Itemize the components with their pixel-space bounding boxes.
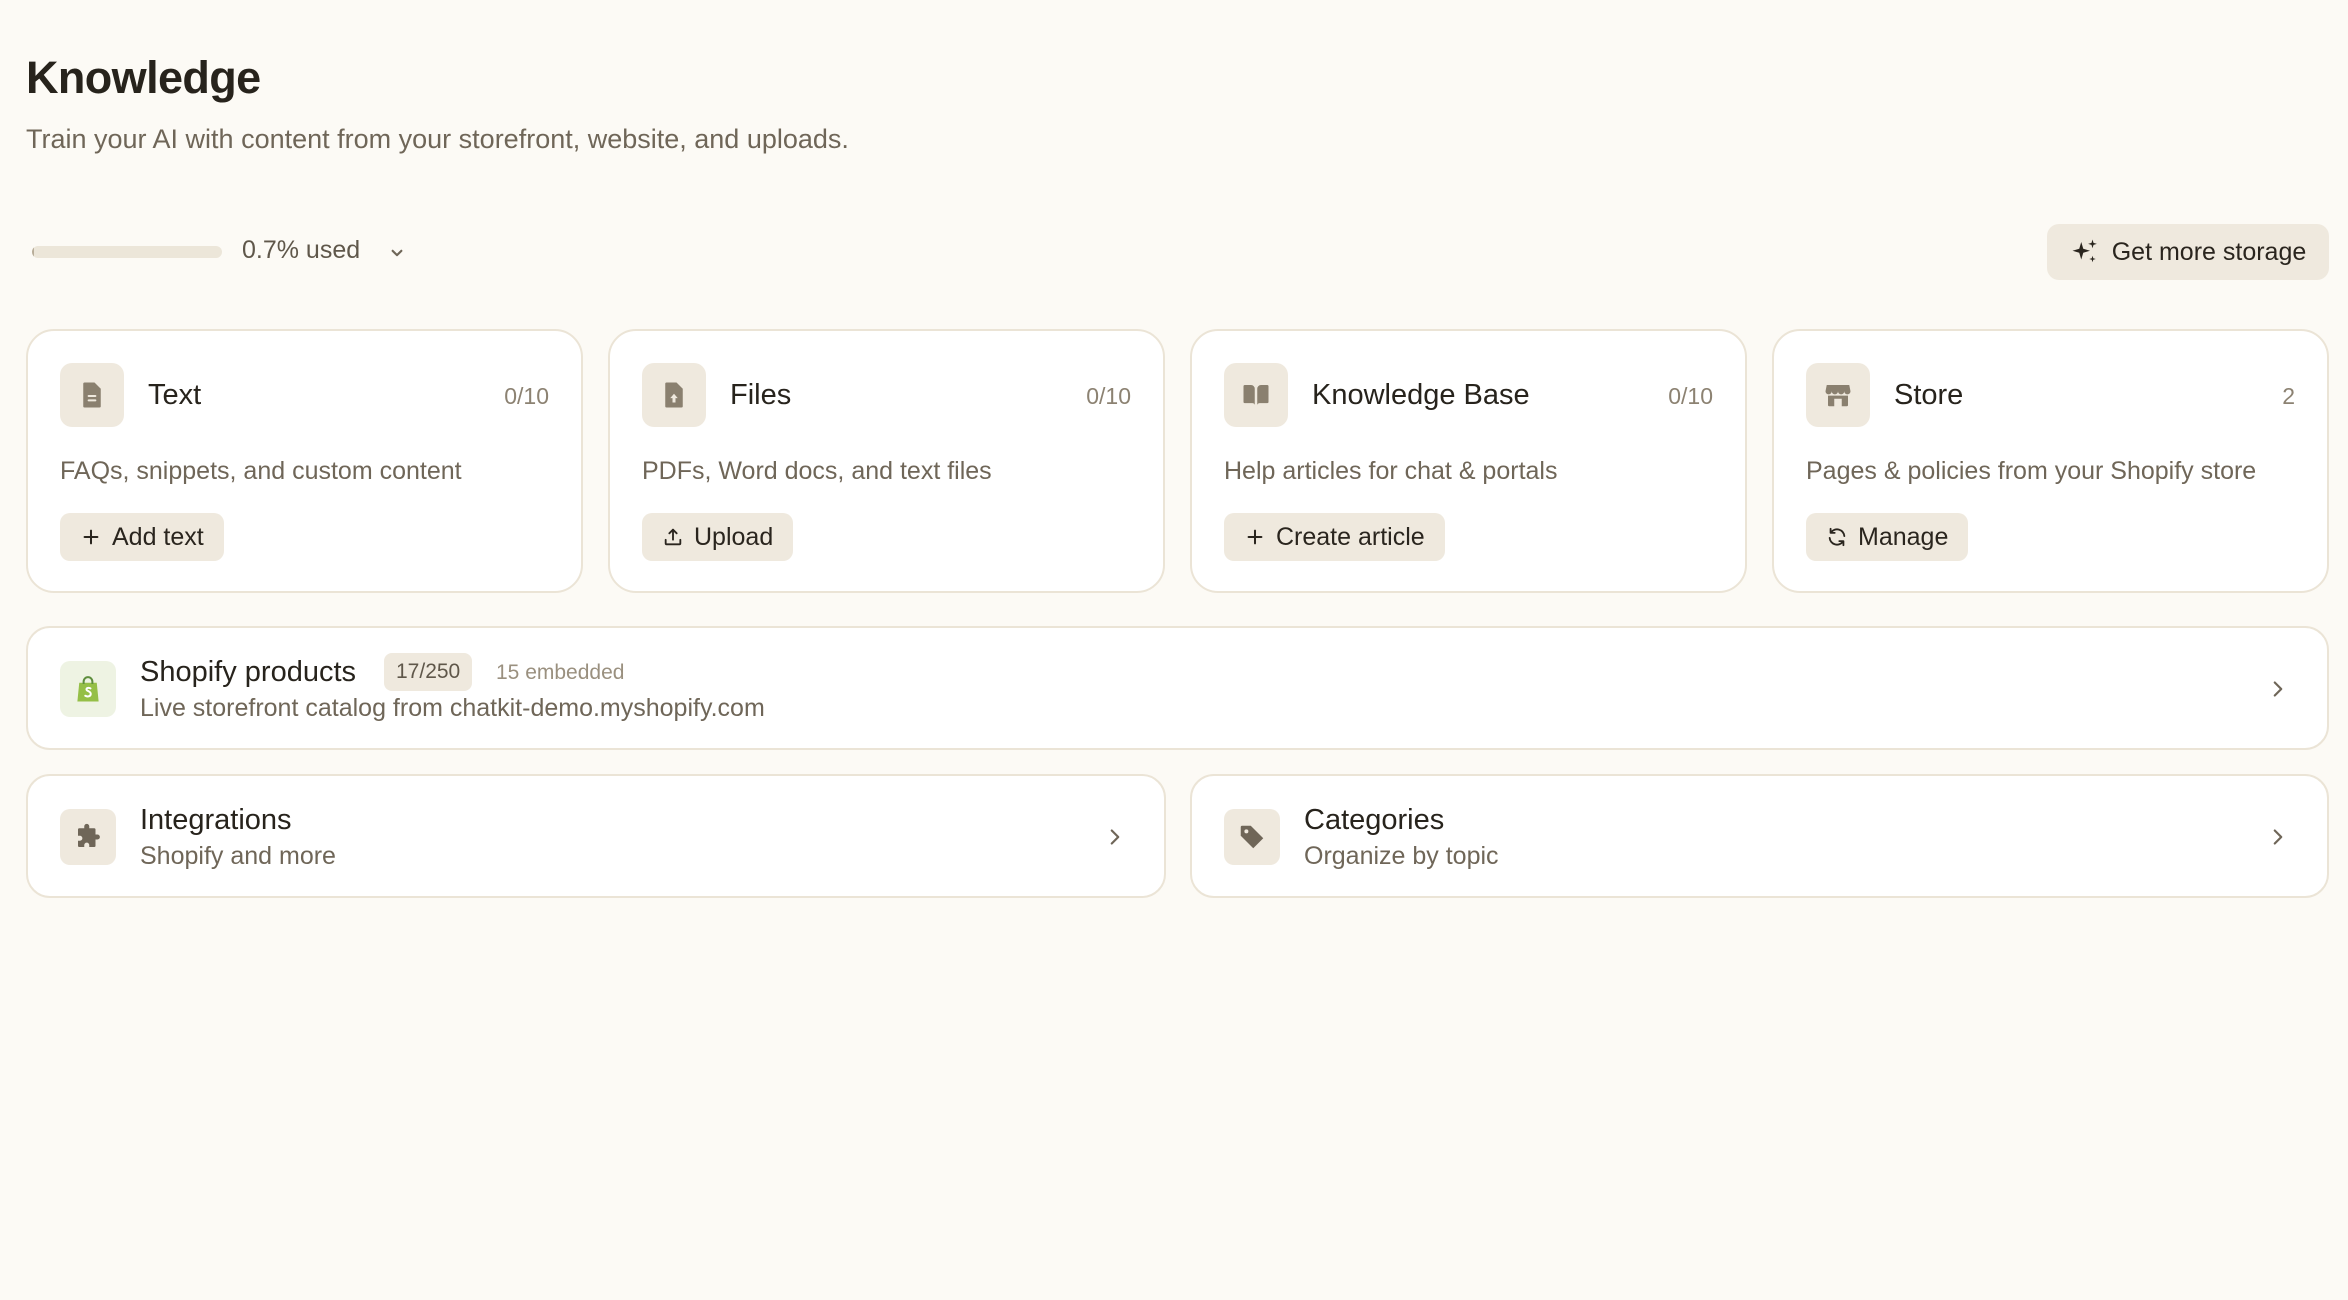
refresh-icon: [1828, 527, 1846, 547]
create-article-button[interactable]: Create article: [1224, 513, 1445, 561]
sparkles-icon: [2072, 239, 2097, 263]
puzzle-icon: [78, 823, 100, 847]
integrations-row[interactable]: Integrations Shopify and more: [26, 774, 1166, 898]
categories-row[interactable]: Categories Organize by topic: [1190, 774, 2329, 898]
knowledge-base-card-icon-box: [1224, 363, 1288, 427]
card-count: 2: [2282, 383, 2295, 409]
card-description: Pages & policies from your Shopify store: [1806, 457, 2257, 485]
shopify-icon-box: [60, 661, 116, 717]
card-description: FAQs, snippets, and custom content: [60, 457, 462, 485]
text-card-icon-box: [60, 363, 124, 427]
storage-usage-fill: [32, 246, 35, 258]
integrations-subtitle: Shopify and more: [140, 842, 336, 870]
page-title: Knowledge: [26, 52, 261, 103]
embedded-count: 15 embedded: [496, 661, 625, 684]
product-count-badge: 17/250: [384, 653, 473, 691]
card-count: 0/10: [1668, 383, 1713, 409]
categories-icon-box: [1224, 809, 1280, 865]
card-count: 0/10: [504, 383, 549, 409]
card-title: Files: [730, 379, 792, 411]
card-count: 0/10: [1086, 383, 1131, 409]
page-subtitle: Train your AI with content from your sto…: [26, 124, 849, 154]
chevron-down-icon[interactable]: [384, 240, 410, 266]
book-icon: [1243, 385, 1269, 405]
shopify-products-row[interactable]: Shopify products 17/250 15 embedded Live…: [26, 626, 2329, 750]
text-source-card[interactable]: Text 0/10 FAQs, snippets, and custom con…: [26, 329, 583, 593]
files-source-card[interactable]: Files 0/10 PDFs, Word docs, and text fil…: [608, 329, 1165, 593]
plus-icon: [83, 529, 99, 545]
store-source-card[interactable]: Store 2 Pages & policies from your Shopi…: [1772, 329, 2329, 593]
integrations-title: Integrations: [140, 804, 292, 836]
upload-button[interactable]: Upload: [642, 513, 794, 561]
shopify-products-subtitle: Live storefront catalog from chatkit-dem…: [140, 694, 765, 722]
add-text-label: Add text: [112, 522, 204, 551]
card-title: Text: [148, 379, 202, 411]
chevron-right-icon: [2273, 681, 2283, 697]
document-icon: [83, 382, 101, 408]
card-title: Knowledge Base: [1312, 379, 1530, 411]
files-card-icon-box: [642, 363, 706, 427]
shopify-products-title: Shopify products: [140, 656, 357, 688]
add-text-button[interactable]: Add text: [60, 513, 224, 561]
categories-title: Categories: [1304, 804, 1445, 836]
categories-subtitle: Organize by topic: [1304, 842, 1499, 870]
card-description: PDFs, Word docs, and text files: [642, 457, 992, 485]
store-card-icon-box: [1806, 363, 1870, 427]
storage-usage-label[interactable]: 0.7% used: [242, 236, 360, 265]
knowledge-page: Knowledge Train your AI with content fro…: [26, 0, 2329, 1300]
integrations-icon-box: [60, 809, 116, 865]
knowledge-base-source-card[interactable]: Knowledge Base 0/10 Help articles for ch…: [1190, 329, 1747, 593]
card-description: Help articles for chat & portals: [1224, 457, 1558, 485]
create-article-label: Create article: [1276, 522, 1425, 551]
chevron-right-icon: [2273, 829, 2283, 845]
storage-usage-row: 0.7% used Get more storage: [26, 224, 2329, 280]
shopify-bag-icon: [77, 676, 99, 702]
chevron-right-icon: [1110, 829, 1120, 845]
get-more-storage-button[interactable]: Get more storage: [2047, 224, 2329, 280]
upload-icon: [664, 528, 682, 546]
manage-label: Manage: [1858, 522, 1949, 551]
manage-button[interactable]: Manage: [1806, 513, 1969, 561]
get-more-storage-label: Get more storage: [2111, 237, 2307, 266]
storefront-icon: [1825, 385, 1851, 407]
plus-icon: [1247, 529, 1263, 545]
storage-usage-bar: [32, 246, 222, 258]
upload-label: Upload: [694, 522, 774, 551]
file-upload-icon: [665, 382, 683, 408]
card-title: Store: [1894, 379, 1964, 411]
tag-icon: [1240, 825, 1264, 849]
